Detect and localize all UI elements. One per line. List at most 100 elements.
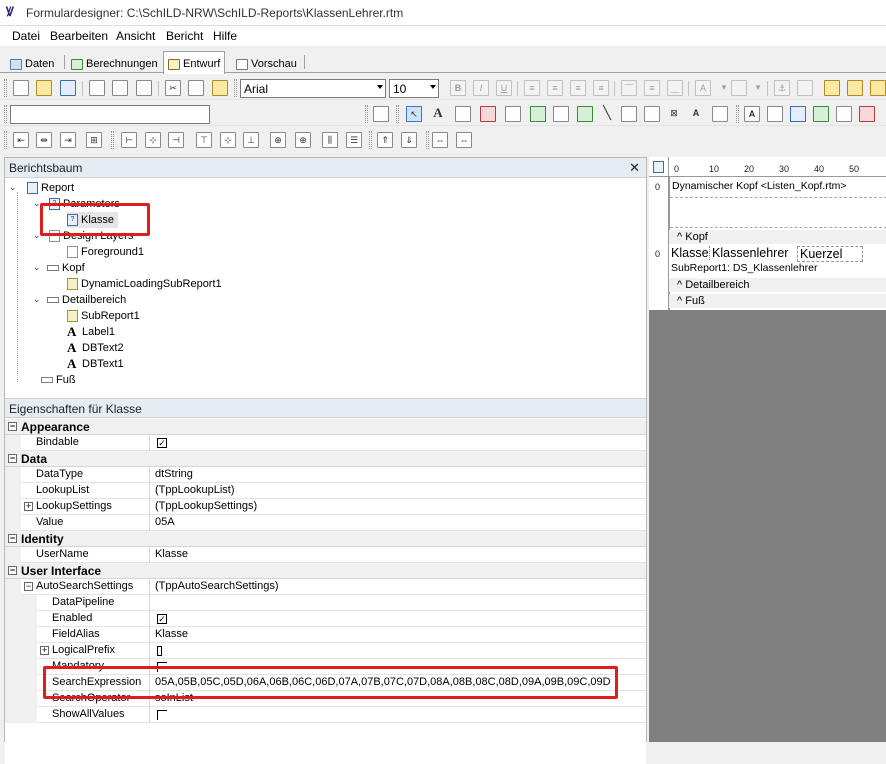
- cut-icon[interactable]: ✂: [165, 80, 181, 96]
- menu-datei[interactable]: Datei: [12, 29, 40, 43]
- bring-to-front-icon[interactable]: [824, 80, 840, 96]
- underline-icon[interactable]: U: [496, 80, 512, 96]
- anchor-icon[interactable]: ⚓: [774, 80, 790, 96]
- tab-vorschau[interactable]: Vorschau: [232, 53, 301, 73]
- font-size-combo[interactable]: 10: [389, 79, 439, 98]
- label-tool-icon[interactable]: A: [430, 106, 446, 122]
- edit-field[interactable]: [10, 105, 210, 124]
- italic-icon[interactable]: I: [473, 80, 489, 96]
- tree-node-report[interactable]: Report: [27, 180, 74, 196]
- prop-datapipeline[interactable]: DataPipeline: [5, 595, 646, 611]
- prop-lookuplist[interactable]: LookupList (TppLookupList): [5, 483, 646, 499]
- bindable-checkbox[interactable]: ✓: [157, 438, 167, 448]
- prop-lookupsettings[interactable]: + LookupSettings (TppLookupSettings): [5, 499, 646, 515]
- tree-node-detailbereich[interactable]: Detailbereich: [47, 292, 126, 308]
- align-bottom-icon[interactable]: ⎽: [667, 80, 683, 96]
- prop-autosearchsettings[interactable]: − AutoSearchSettings (TppAutoSearchSetting…: [5, 579, 646, 595]
- tree-node-foreground[interactable]: Foreground1: [67, 244, 144, 260]
- align-top-edges-icon[interactable]: ⊤: [196, 132, 212, 148]
- prop-username[interactable]: UserName Klasse: [5, 547, 646, 563]
- menu-ansicht[interactable]: Ansicht: [116, 29, 155, 43]
- toolbar-grip[interactable]: [234, 79, 237, 97]
- subreport-component[interactable]: SubReport1: DS_Klassenlehrer: [671, 262, 818, 274]
- prop-logicalprefix[interactable]: + LogicalPrefix: [5, 643, 646, 659]
- band-fuss[interactable]: ^ Fuß: [669, 294, 886, 308]
- align-middle-icon[interactable]: ≡: [644, 80, 660, 96]
- space-equally-icon[interactable]: ⫼: [322, 132, 338, 148]
- label-klasse[interactable]: Klasse: [671, 246, 710, 260]
- align-vcenter-icon[interactable]: ⊹: [220, 132, 236, 148]
- expand-icon[interactable]: +: [24, 502, 33, 511]
- category-data[interactable]: − Data: [5, 451, 646, 467]
- align-left-edges-icon[interactable]: ⊢: [121, 132, 137, 148]
- prop-bindable[interactable]: Bindable ✓: [5, 435, 646, 451]
- label-klassenlehrer[interactable]: Klassenlehrer: [712, 246, 788, 260]
- category-identity[interactable]: − Identity: [5, 531, 646, 547]
- chevron-down-icon[interactable]: ⌄: [33, 262, 41, 273]
- layer-icon[interactable]: [870, 80, 886, 96]
- tree-node-subreport1[interactable]: SubReport1: [67, 308, 140, 324]
- send-to-back-icon[interactable]: [847, 80, 863, 96]
- logicalprefix-set-icon[interactable]: [157, 646, 162, 656]
- tab-daten[interactable]: Daten: [6, 53, 58, 73]
- center-horizontal-icon[interactable]: ⊞: [86, 132, 102, 148]
- menu-bearbeiten[interactable]: Bearbeiten: [50, 29, 108, 43]
- image-tool-icon[interactable]: [530, 106, 546, 122]
- align-right-icon[interactable]: ≡: [570, 80, 586, 96]
- label-kuerzel[interactable]: Kuerzel: [797, 246, 863, 262]
- line-tool-icon[interactable]: ╲: [599, 106, 615, 122]
- prop-datatype[interactable]: DataType dtString: [5, 467, 646, 483]
- space-horizontal-icon[interactable]: ⇥: [60, 132, 76, 148]
- tree-node-fuss[interactable]: Fuß: [41, 372, 76, 388]
- dbimage-tool-icon[interactable]: [836, 106, 852, 122]
- tab-entwurf[interactable]: Entwurf: [163, 51, 226, 74]
- shrink-width-icon[interactable]: ⇓: [401, 132, 417, 148]
- collapse-icon[interactable]: −: [8, 454, 17, 463]
- new-icon[interactable]: [13, 80, 29, 96]
- band-kopf[interactable]: ^ Kopf: [669, 230, 886, 244]
- dbcalc-tool-icon[interactable]: [813, 106, 829, 122]
- collapse-icon[interactable]: −: [8, 534, 17, 543]
- dbbarcode-tool-icon[interactable]: [859, 106, 875, 122]
- chevron-down-icon[interactable]: ⌄: [33, 294, 41, 305]
- tree-node-dynamic-subreport[interactable]: DynamicLoadingSubReport1: [67, 276, 222, 292]
- font-name-combo[interactable]: Arial: [240, 79, 386, 98]
- checkbox-tool-icon[interactable]: [644, 106, 660, 122]
- open-icon[interactable]: [36, 80, 52, 96]
- align-lefts-icon[interactable]: ⇤: [13, 132, 29, 148]
- justify-icon[interactable]: ≡: [593, 80, 609, 96]
- tab-berechnungen[interactable]: Berechnungen: [67, 53, 162, 73]
- tree-node-dbtext2[interactable]: A DBText2: [67, 340, 124, 356]
- chevron-down-icon[interactable]: ▾: [720, 80, 728, 96]
- print-icon[interactable]: [112, 80, 128, 96]
- toolbar-grip[interactable]: [365, 105, 368, 123]
- collapse-icon[interactable]: −: [8, 566, 17, 575]
- font-color-icon[interactable]: A: [695, 80, 711, 96]
- align-center-icon[interactable]: ≡: [547, 80, 563, 96]
- collapse-icon[interactable]: −: [8, 422, 17, 431]
- align-left-icon[interactable]: ≡: [524, 80, 540, 96]
- dbrichtext-tool-icon[interactable]: [790, 106, 806, 122]
- category-user-interface[interactable]: − User Interface: [5, 563, 646, 579]
- category-appearance[interactable]: − Appearance: [5, 419, 646, 435]
- align-top-icon[interactable]: ⎺: [621, 80, 637, 96]
- prop-enabled[interactable]: Enabled ✓: [5, 611, 646, 627]
- expand-icon[interactable]: +: [40, 646, 49, 655]
- showallvalues-checkbox[interactable]: [157, 710, 167, 720]
- align-right-edges-icon[interactable]: ⊣: [168, 132, 184, 148]
- picture-tool-icon[interactable]: [553, 106, 569, 122]
- toolbar-grip[interactable]: [4, 105, 7, 123]
- dbmemo-tool-icon[interactable]: [767, 106, 783, 122]
- select-pointer-icon[interactable]: ↖: [406, 106, 422, 122]
- close-icon[interactable]: ✕: [629, 160, 640, 176]
- save-icon[interactable]: [60, 80, 76, 96]
- space-equally-v-icon[interactable]: ☰: [346, 132, 362, 148]
- paragraph-tool-icon[interactable]: A: [688, 106, 704, 122]
- grow-width-icon[interactable]: ⇑: [377, 132, 393, 148]
- menu-bericht[interactable]: Bericht: [166, 29, 203, 43]
- dblabel-tool-icon[interactable]: A: [744, 106, 760, 122]
- enabled-checkbox[interactable]: ✓: [157, 614, 167, 624]
- highlight-icon[interactable]: [731, 80, 747, 96]
- calc-tool-icon[interactable]: [505, 106, 521, 122]
- shape-tool-icon[interactable]: [577, 106, 593, 122]
